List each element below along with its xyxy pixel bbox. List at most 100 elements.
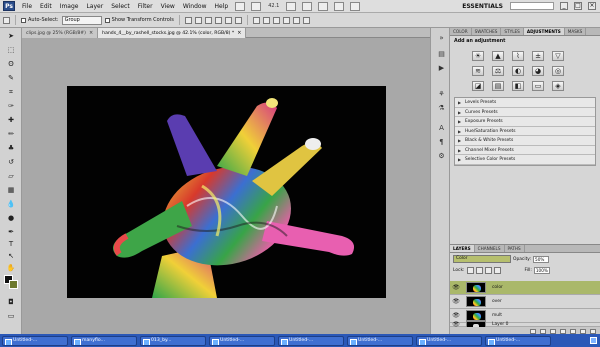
menu-select[interactable]: Select: [107, 3, 134, 10]
clone-stamp-tool-icon[interactable]: ♣: [6, 144, 16, 153]
lock-position-icon[interactable]: [484, 267, 492, 274]
distribute-left-icon[interactable]: [282, 16, 290, 24]
exposure-icon[interactable]: ±: [532, 51, 544, 61]
vibrance-icon[interactable]: ▽: [552, 51, 564, 61]
taskbar-item[interactable]: Untitled-...: [485, 335, 551, 346]
preset-hue-saturation[interactable]: Hue/Saturation Presets: [455, 127, 595, 136]
opacity-field[interactable]: 50%: [533, 255, 550, 263]
pen-tool-icon[interactable]: ✒: [6, 228, 16, 237]
screen-mode-icon[interactable]: [350, 1, 361, 11]
threshold-icon[interactable]: ◧: [512, 81, 524, 91]
document-image[interactable]: [67, 86, 386, 298]
distribute-middle-icon[interactable]: [262, 16, 270, 24]
align-middle-icon[interactable]: [194, 16, 202, 24]
history-brush-tool-icon[interactable]: ↺: [6, 158, 16, 167]
taskbar-item[interactable]: Untitled-...: [347, 335, 413, 346]
taskbar-item[interactable]: Untitled-...: [209, 335, 275, 346]
paragraph-icon[interactable]: ¶: [437, 138, 446, 147]
preset-curves[interactable]: Curves Presets: [455, 108, 595, 117]
tool-presets-icon[interactable]: ⚙: [437, 152, 446, 161]
close-icon[interactable]: ×: [237, 30, 241, 36]
workspace-switcher[interactable]: ESSENTIALS _ □ ×: [459, 2, 596, 10]
screen-mode-icon[interactable]: ▭: [6, 312, 16, 321]
close-icon[interactable]: ×: [89, 30, 93, 36]
distribute-center-icon[interactable]: [292, 16, 300, 24]
taskbar-item[interactable]: Untitled-...: [278, 335, 344, 346]
photo-filter-icon[interactable]: ◕: [532, 66, 544, 76]
eyedropper-tool-icon[interactable]: ✑: [6, 102, 16, 111]
menu-image[interactable]: Image: [56, 3, 83, 10]
tab-styles[interactable]: STYLES: [501, 28, 524, 35]
menu-layer[interactable]: Layer: [82, 3, 107, 10]
quick-select-tool-icon[interactable]: ✎: [6, 74, 16, 83]
preset-selective-color[interactable]: Selective Color Presets: [455, 155, 595, 165]
eye-icon[interactable]: 👁: [452, 284, 460, 291]
preset-channel-mixer[interactable]: Channel Mixer Presets: [455, 146, 595, 155]
lock-transparent-icon[interactable]: [466, 267, 474, 274]
layer-name[interactable]: color: [492, 285, 503, 290]
brush-presets-icon[interactable]: ⚗: [437, 104, 446, 113]
color-balance-icon[interactable]: ⚖: [492, 66, 504, 76]
blend-mode-dropdown[interactable]: Color: [453, 255, 511, 263]
tab-swatches[interactable]: SWATCHES: [472, 28, 502, 35]
brightness-icon[interactable]: ☀: [472, 51, 484, 61]
new-adjustment-icon[interactable]: [560, 328, 566, 334]
auto-select-checkbox[interactable]: Auto-Select:: [21, 17, 59, 23]
zoom-tool-icon[interactable]: [302, 1, 313, 11]
eye-icon[interactable]: 👁: [452, 312, 460, 319]
path-select-tool-icon[interactable]: ↖: [6, 252, 16, 261]
hand-tool-icon[interactable]: [286, 1, 297, 11]
layer-style-icon[interactable]: [540, 328, 546, 334]
hue-sat-icon[interactable]: ≋: [472, 66, 484, 76]
bw-icon[interactable]: ◐: [512, 66, 524, 76]
quick-mask-icon[interactable]: ◘: [6, 298, 16, 307]
menu-filter[interactable]: Filter: [134, 3, 157, 10]
menu-file[interactable]: File: [18, 3, 36, 10]
navigator-icon[interactable]: ⚘: [437, 90, 446, 99]
levels-icon[interactable]: ▲: [492, 51, 504, 61]
tab-paths[interactable]: PATHS: [505, 245, 525, 252]
bridge-icon[interactable]: [235, 1, 246, 11]
hand-tool-icon[interactable]: ✋: [6, 264, 16, 273]
arrange-documents-icon[interactable]: [334, 1, 345, 11]
layer-name[interactable]: over: [492, 299, 502, 304]
layer-row[interactable]: 👁 over: [450, 295, 600, 309]
tab-hands[interactable]: hands_4__by_rashell_stocks.jpg @ 42.1% (…: [98, 28, 247, 38]
lasso-tool-icon[interactable]: ʘ: [6, 60, 16, 69]
posterize-icon[interactable]: ▤: [492, 81, 504, 91]
distribute-top-icon[interactable]: [252, 16, 260, 24]
tab-color[interactable]: COLOR: [450, 28, 472, 35]
eye-icon[interactable]: 👁: [452, 298, 460, 305]
layer-name[interactable]: mult: [492, 313, 502, 318]
taskbar-item[interactable]: Untitled-...: [416, 335, 482, 346]
checkbox-icon[interactable]: [21, 17, 26, 23]
checkbox-icon[interactable]: [104, 17, 110, 23]
align-center-icon[interactable]: [224, 16, 232, 24]
search-field[interactable]: [510, 2, 554, 10]
invert-icon[interactable]: ◪: [472, 81, 484, 91]
close-icon[interactable]: ×: [588, 2, 596, 10]
add-mask-icon[interactable]: [550, 328, 556, 334]
auto-select-dropdown[interactable]: Group: [61, 15, 102, 25]
show-transform-checkbox[interactable]: Show Transform Controls: [104, 17, 174, 23]
taskbar-item[interactable]: Untitled-...: [2, 335, 68, 346]
preset-black-white[interactable]: Black & White Presets: [455, 136, 595, 146]
healing-brush-tool-icon[interactable]: ✚: [6, 116, 16, 125]
layer-row[interactable]: 👁 color: [450, 281, 600, 295]
gradient-map-icon[interactable]: ▭: [532, 81, 544, 91]
tab-layers[interactable]: LAYERS: [450, 245, 475, 252]
marquee-tool-icon[interactable]: ⬚: [6, 46, 16, 55]
preset-levels[interactable]: Levels Presets: [455, 98, 595, 108]
gradient-tool-icon[interactable]: ▦: [6, 186, 16, 195]
mini-bridge-icon[interactable]: [251, 1, 262, 11]
align-right-icon[interactable]: [234, 16, 242, 24]
menu-edit[interactable]: Edit: [36, 3, 56, 10]
background-color-swatch[interactable]: [9, 280, 18, 289]
new-group-icon[interactable]: [570, 328, 576, 334]
align-bottom-icon[interactable]: [204, 16, 212, 24]
move-tool-icon[interactable]: [3, 16, 10, 24]
move-tool-icon[interactable]: ➤: [6, 32, 16, 41]
menu-help[interactable]: Help: [211, 3, 233, 10]
lock-image-icon[interactable]: [475, 267, 483, 274]
tab-clips[interactable]: clips.jpg @ 25% (RGB/8#) ×: [22, 28, 99, 38]
